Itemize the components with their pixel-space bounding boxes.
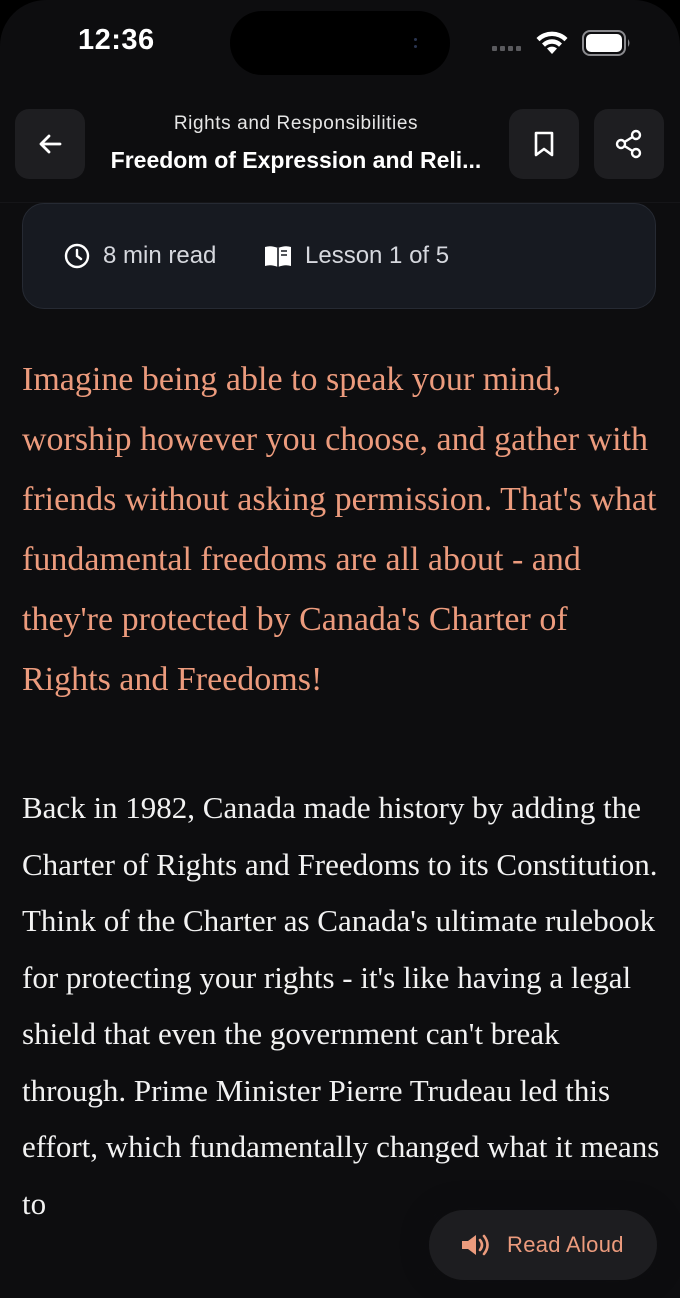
clock-icon xyxy=(64,243,90,269)
lesson-progress-label: Lesson 1 of 5 xyxy=(305,242,450,269)
read-time-label: 8 min read xyxy=(103,242,217,269)
lesson-progress: Lesson 1 of 5 xyxy=(263,242,449,270)
lesson-intro: Imagine being able to speak your mind, w… xyxy=(22,361,657,698)
cellular-signal-icon xyxy=(492,46,521,51)
read-aloud-button[interactable]: Read Aloud xyxy=(429,1210,657,1280)
battery-icon xyxy=(582,30,630,56)
lesson-category: Rights and Responsibilities xyxy=(173,113,419,134)
lesson-header: Rights and Responsibilities Freedom of E… xyxy=(0,90,680,203)
lesson-title: Freedom of Expression and Reli... xyxy=(110,147,482,173)
status-bar: 12:36 xyxy=(0,0,680,90)
speaker-icon xyxy=(462,1234,489,1256)
lesson-screen: 12:36 Rights and Responsibilities Freedo… xyxy=(0,0,680,1298)
share-button[interactable] xyxy=(594,109,664,179)
lesson-body: Back in 1982, Canada made history by add… xyxy=(22,790,660,1221)
bookmark-icon xyxy=(534,131,554,157)
read-time: 8 min read xyxy=(63,242,216,270)
arrow-left-icon xyxy=(39,134,62,154)
read-aloud-label: Read Aloud xyxy=(507,1232,624,1257)
bookmark-button[interactable] xyxy=(509,109,579,179)
share-icon xyxy=(615,129,642,159)
camera-indicator-icon xyxy=(414,38,418,48)
lesson-content: Imagine being able to speak your mind, w… xyxy=(22,350,662,1232)
status-time: 12:36 xyxy=(78,24,155,56)
book-open-icon xyxy=(265,246,291,267)
lesson-meta-card: 8 min read Lesson 1 of 5 xyxy=(22,203,656,309)
wifi-icon xyxy=(536,31,568,54)
back-button[interactable] xyxy=(15,109,85,179)
header-titles: Rights and Responsibilities Freedom of E… xyxy=(96,112,496,174)
